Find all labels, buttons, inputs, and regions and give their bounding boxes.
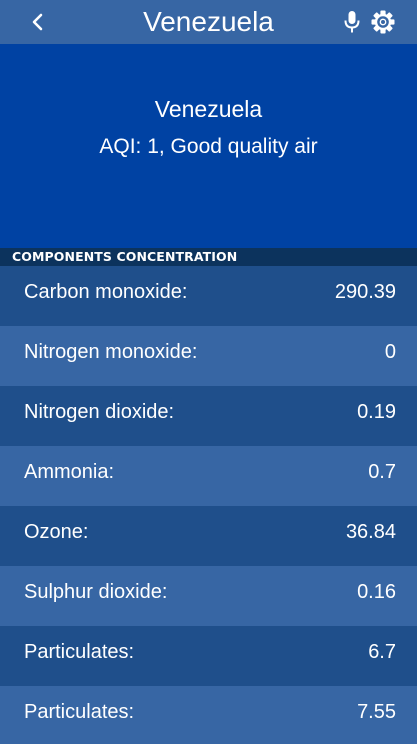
list-item: Particulates: 7.55	[0, 686, 417, 744]
list-item: Carbon monoxide: 290.39	[0, 266, 417, 326]
component-label: Nitrogen monoxide:	[24, 341, 198, 363]
aqi-summary-panel: Venezuela AQI: 1, Good quality air	[0, 44, 417, 248]
settings-button[interactable]	[368, 7, 398, 37]
back-button[interactable]	[22, 6, 54, 38]
component-value: 0.16	[357, 581, 396, 603]
component-value: 0	[384, 341, 396, 363]
list-item: Nitrogen monoxide: 0	[0, 326, 417, 386]
air-quality-screen: Venezuela Venezuela AQI: 1, Good quality…	[0, 0, 417, 744]
list-item: Particulates: 6.7	[0, 626, 417, 686]
section-header-components: COMPONENTS CONCENTRATION	[0, 248, 417, 266]
component-value: 7.55	[357, 701, 396, 723]
list-item: Ammonia: 0.7	[0, 446, 417, 506]
chevron-left-icon	[32, 13, 43, 31]
top-app-bar: Venezuela	[0, 0, 417, 44]
component-label: Nitrogen dioxide:	[24, 401, 175, 423]
list-item: Ozone: 36.84	[0, 506, 417, 566]
component-value: 6.7	[368, 641, 396, 663]
component-label: Particulates:	[24, 641, 135, 663]
list-item: Nitrogen dioxide: 0.19	[0, 386, 417, 446]
components-list: Carbon monoxide: 290.39 Nitrogen monoxide:…	[0, 266, 417, 744]
component-label: Sulphur dioxide:	[24, 581, 168, 603]
city-name: Venezuela	[154, 96, 263, 122]
component-label: Ammonia:	[24, 461, 115, 483]
component-value: 36.84	[345, 521, 396, 543]
page-title: Venezuela	[143, 6, 274, 37]
component-label: Carbon monoxide:	[24, 281, 188, 303]
voice-search-button[interactable]	[338, 8, 366, 36]
component-value: 290.39	[334, 281, 396, 303]
list-item: Sulphur dioxide: 0.16	[0, 566, 417, 626]
aqi-status: AQI: 1, Good quality air	[99, 135, 318, 158]
component-value: 0.7	[368, 461, 396, 483]
microphone-icon	[344, 11, 360, 33]
component-label: Ozone:	[24, 521, 89, 543]
component-value: 0.19	[357, 401, 396, 423]
gear-icon	[371, 10, 395, 34]
component-label: Particulates:	[24, 701, 135, 723]
